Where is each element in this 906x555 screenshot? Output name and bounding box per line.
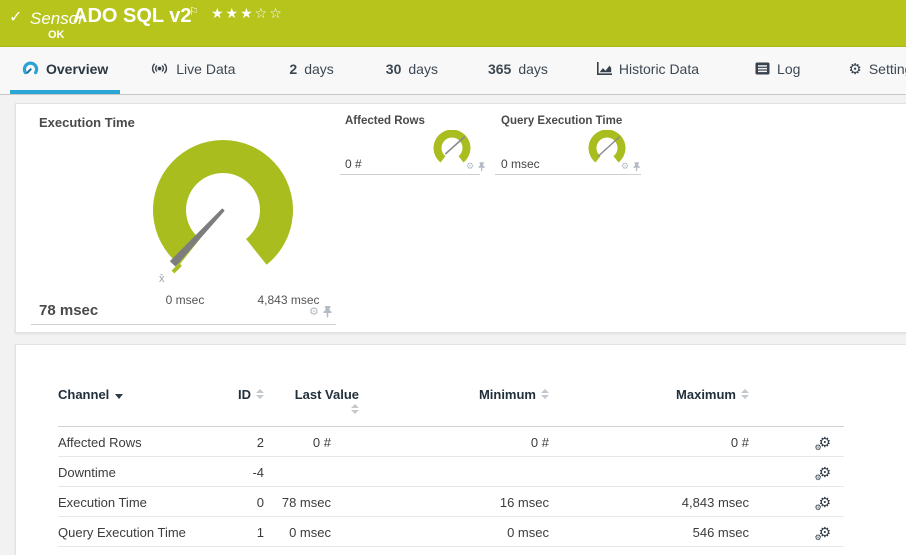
column-header-last-value[interactable]: Last Value (264, 345, 359, 427)
table-header-row: Channel ID Last Value Minimum Maximum (58, 345, 844, 427)
affected-rows-gauge-value: 0 # (345, 157, 362, 171)
channel-id: 2 (233, 426, 264, 457)
channel-id: 1 (233, 516, 264, 547)
query-execution-widget-actions: ⚙ (621, 162, 641, 172)
main-gauge-value: 78 msec (39, 302, 99, 319)
tab-log[interactable]: Log (743, 47, 812, 94)
flag-icon: ⚐ (189, 5, 199, 18)
tab-2-days[interactable]: 2 days (277, 47, 345, 94)
channel-name: Downtime (58, 456, 233, 487)
column-header-channel[interactable]: Channel (58, 345, 233, 427)
table-row[interactable]: Query Execution Time 1 0 msec 0 msec 546… (58, 516, 844, 547)
sensor-name: ADO SQL v2 (73, 5, 192, 27)
query-execution-gauge-title: Query Execution Time (501, 115, 623, 127)
channel-name: Execution Time (58, 486, 233, 517)
channel-minimum (331, 456, 549, 487)
tab-settings[interactable]: ⚙ Settings (836, 47, 906, 94)
gauge-settings-gear-icon[interactable]: ⚙ (309, 305, 319, 318)
channel-maximum: 4,843 msec (549, 486, 749, 517)
channel-last-value (264, 456, 331, 487)
table-row[interactable]: Affected Rows 2 0 # 0 # 0 # ⚙ ⚙ (58, 426, 844, 457)
channel-maximum: 0 # (549, 426, 749, 457)
channel-name: Query Execution Time (58, 516, 233, 547)
channel-id: 0 (233, 486, 264, 517)
channel-minimum: 0 msec (331, 516, 549, 547)
historic-chart-icon (596, 61, 612, 75)
channel-settings-icon[interactable]: ⚙ ⚙ (814, 525, 831, 542)
channel-settings-icon[interactable]: ⚙ ⚙ (814, 495, 831, 512)
channel-settings-icon[interactable]: ⚙ ⚙ (814, 465, 831, 482)
affected-rows-divider (340, 174, 480, 175)
column-header-maximum[interactable]: Maximum (549, 345, 749, 427)
affected-rows-gauge-title: Affected Rows (345, 115, 425, 127)
tab-365-days[interactable]: 365 days (476, 47, 560, 94)
main-gauge-scale-min: 0 msec (165, 293, 205, 307)
gear-icon: ⚙ (848, 59, 862, 78)
table-row[interactable]: Downtime -4 ⚙ ⚙ (58, 456, 844, 487)
main-gauge-title: Execution Time (39, 115, 135, 130)
channel-name: Affected Rows (58, 426, 233, 457)
priority-stars[interactable]: ★★★☆☆ (211, 6, 284, 22)
channel-last-value: 0 # (264, 426, 331, 457)
main-gauge-divider (31, 324, 336, 325)
channel-last-value: 78 msec (264, 486, 331, 517)
live-broadcast-icon (152, 63, 168, 74)
channel-maximum: 546 msec (549, 516, 749, 547)
column-header-minimum[interactable]: Minimum (331, 345, 549, 427)
channel-maximum (549, 456, 749, 487)
channel-table-panel: Channel ID Last Value Minimum Maximum Af… (15, 344, 906, 555)
pin-icon[interactable] (478, 162, 486, 172)
channel-id: -4 (233, 456, 264, 487)
sort-icon (351, 404, 359, 414)
sort-icon (741, 389, 749, 399)
tab-30-days[interactable]: 30 days (374, 47, 450, 94)
pin-icon[interactable] (633, 162, 641, 172)
sort-icon (256, 389, 264, 399)
channel-table: Channel ID Last Value Minimum Maximum Af… (58, 345, 844, 547)
tab-overview[interactable]: Overview (10, 47, 121, 94)
status-check-icon: ✓ (9, 7, 23, 26)
table-row[interactable]: Execution Time 0 78 msec 16 msec 4,843 m… (58, 486, 844, 517)
tab-live-data[interactable]: Live Data (138, 47, 247, 94)
query-execution-divider (495, 174, 641, 175)
log-list-icon (755, 62, 770, 75)
channel-minimum: 16 msec (331, 486, 549, 517)
gauge-settings-gear-icon[interactable]: ⚙ (466, 162, 474, 172)
pin-icon[interactable] (323, 305, 333, 318)
channel-minimum: 0 # (331, 426, 549, 457)
overview-gauges-panel: Execution Time x̄ 0 msec 4,843 msec 78 m… (15, 103, 906, 333)
sensor-status-header: ✓ Sensor ADO SQL v2 ⚐ ★★★☆☆ OK (0, 0, 906, 47)
column-header-id[interactable]: ID (233, 345, 264, 427)
gauge-settings-gear-icon[interactable]: ⚙ (621, 162, 629, 172)
channel-settings-icon[interactable]: ⚙ ⚙ (814, 435, 831, 452)
status-badge: OK (48, 29, 65, 41)
execution-time-gauge[interactable]: x̄ (143, 130, 303, 290)
main-gauge-widget-actions: ⚙ (309, 305, 333, 318)
tab-historic-data[interactable]: Historic Data (584, 47, 711, 94)
sort-desc-icon (115, 394, 124, 399)
channel-last-value: 0 msec (264, 516, 331, 547)
query-execution-gauge-value: 0 msec (501, 157, 540, 171)
average-marker: x̄ (159, 273, 165, 285)
sort-icon (541, 389, 549, 399)
column-header-actions (749, 345, 844, 427)
sensor-tab-bar: Overview Live Data 2 days 30 days 365 da… (0, 47, 906, 95)
affected-rows-widget-actions: ⚙ (466, 162, 486, 172)
gauge-icon (22, 61, 39, 75)
